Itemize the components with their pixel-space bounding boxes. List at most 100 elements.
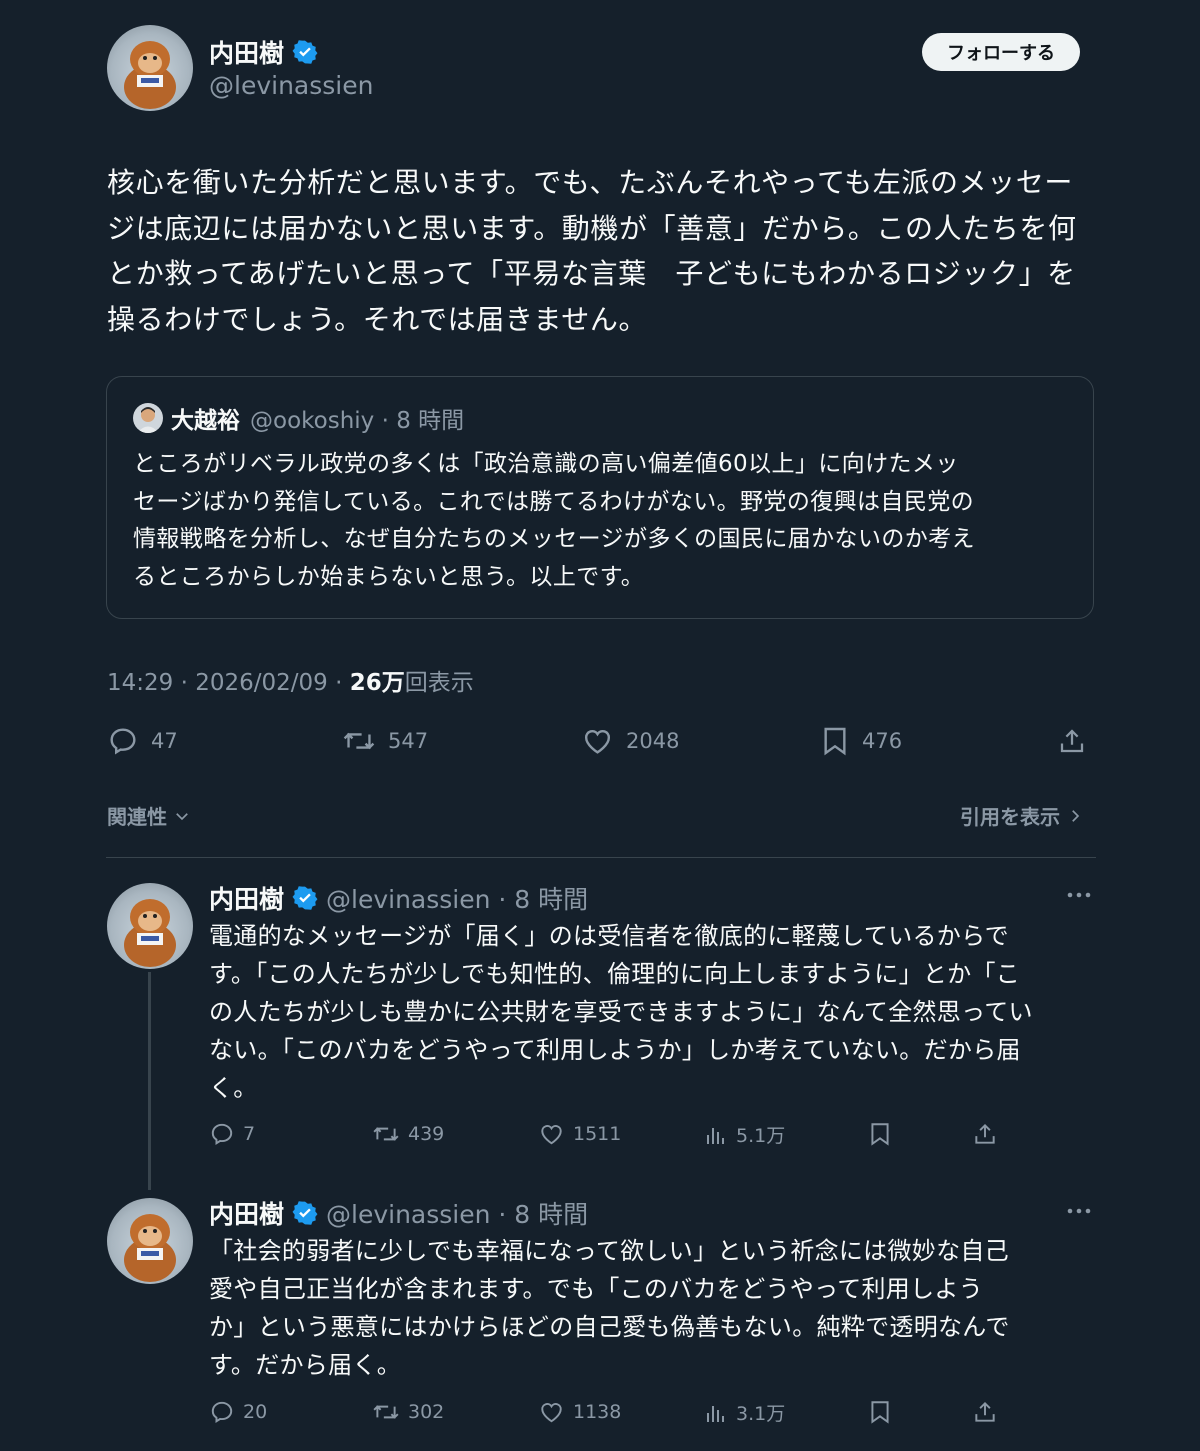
monkey-plush-avatar-image [124,1214,176,1282]
reply-handle-time[interactable]: @levinassien · 8 時間 [326,1195,588,1231]
repost-button[interactable]: 547 [342,725,428,757]
share-icon [975,1123,995,1144]
reply-author-name[interactable]: 内田樹 [209,880,284,916]
post-meta: 14:29 · 2026/02/09 · 26万回表示 [107,663,474,697]
reply-reply-button[interactable]: 20 [209,1399,267,1425]
reply-count: 20 [243,1401,268,1423]
bookmark-icon [871,1123,889,1146]
repost-count: 302 [408,1401,445,1423]
share-button[interactable] [1057,725,1087,757]
reply-reply-button[interactable]: 7 [209,1121,255,1147]
verified-badge-icon [292,885,318,911]
verified-badge-icon [292,39,318,65]
repost-count: 547 [388,729,429,753]
reply-text: 「社会的弱者に少しでも幸福になって欲しい」という祈念には微妙な自己 愛や自己正当… [209,1232,1094,1384]
bookmark-count: 476 [862,729,903,753]
reply-line: ない。「このバカをどうやって利用しようか」しか考えていない。だから届 [209,1036,1021,1064]
heart-icon [541,1125,562,1145]
repost-icon [373,1405,399,1419]
more-options-icon[interactable] [1066,890,1092,900]
analytics-icon [707,1405,724,1422]
reply-icon [110,728,136,755]
reply-button[interactable]: 47 [107,725,178,757]
share-icon [975,1401,995,1422]
reply-bookmark-button[interactable] [868,1399,892,1425]
repost-count: 439 [408,1123,445,1145]
reply-share-button[interactable] [972,1399,998,1425]
author-name-text[interactable]: 内田樹 [209,34,284,70]
share-icon [1060,729,1084,753]
reply-line: す。「この人たちが少しでも知性的、倫理的に向上しますように」とか「こ [209,960,1021,988]
reply-count: 7 [243,1123,256,1145]
reply-line: か」という悪意にはかけらほどの自己愛も偽善もない。純粋で透明なんで [209,1313,1010,1341]
reply-views-button[interactable]: 3.1万 [704,1399,785,1426]
reply-like-button[interactable]: 1511 [538,1121,621,1147]
view-count: 3.1万 [736,1403,786,1425]
chevron-right-icon [1072,809,1080,822]
follow-button[interactable]: フォローする [922,33,1080,71]
like-count: 2048 [626,729,680,753]
reply-text: 電通的なメッセージが「届く」のは受信者を徹底的に軽蔑しているからで す。「この人… [209,917,1094,1107]
view-quotes-label[interactable]: 引用を表示 [960,801,1060,830]
bookmark-button[interactable]: 476 [820,725,902,757]
repost-icon [373,1127,399,1141]
verified-badge-icon [292,1200,318,1226]
sort-label[interactable]: 関連性 [107,801,167,830]
view-quotes-link[interactable]: 引用を表示 [960,801,1084,830]
post-timestamp[interactable]: 14:29 · 2026/02/09 · [107,670,350,696]
reply-line: 「社会的弱者に少しでも幸福になって欲しい」という祈念には微妙な自己 [209,1237,1009,1265]
quoted-post-text: ところがリベラル政党の多くは「政治意識の高い偏差値60以上」に向けたメッ セージ… [133,446,1068,596]
chevron-down-icon [176,812,188,820]
monkey-plush-avatar-image [124,41,176,109]
quoted-line: セージばかり発信している。これでは勝てるわけがない。野党の復興は自民党の [133,488,975,515]
reply-count: 47 [151,729,178,753]
post-line: 核心を衝いた分析だと思います。でも、たぶんそれやっても左派のメッセー [107,166,1073,199]
reply-like-button[interactable]: 1138 [538,1399,621,1425]
post-line: ジは底辺には届かないと思います。動機が「善意」だから。この人たちを何 [107,211,1077,245]
more-options-icon[interactable] [1066,1206,1092,1216]
reply-icon [211,1401,233,1423]
reply-author-name[interactable]: 内田樹 [209,1195,284,1231]
repost-icon [343,732,375,750]
monkey-plush-avatar-image [124,899,176,967]
reply-repost-button[interactable]: 439 [372,1121,444,1147]
quoted-author-avatar [133,403,163,433]
reply-header: 内田樹 @levinassien · 8 時間 [209,1195,588,1231]
bookmark-icon [824,727,846,756]
view-count: 5.1万 [736,1125,786,1147]
heart-icon [584,729,611,754]
post-text: 核心を衝いた分析だと思います。でも、たぶんそれやっても左派のメッセー ジは底辺に… [107,160,1097,342]
quoted-line: ところがリベラル政党の多くは「政治意識の高い偏差値60以上」に向けたメッ [133,451,959,477]
reply-avatar[interactable] [107,1198,193,1284]
reply-line: く。 [209,1074,258,1102]
post-line: 操るわけでしょう。それでは届きません。 [107,302,648,336]
bookmark-icon [871,1401,889,1424]
sort-dropdown[interactable]: 関連性 [107,801,191,830]
quoted-line: るところからしか始まらないと思う。以上です。 [133,563,645,590]
like-count: 1138 [573,1401,622,1423]
like-count: 1511 [573,1123,622,1145]
view-label: 回表示 [404,670,474,696]
reply-bookmark-button[interactable] [868,1121,892,1147]
reply-share-button[interactable] [972,1121,998,1147]
reply-line: 電通的なメッセージが「届く」のは受信者を徹底的に軽蔑しているからで [209,922,1009,950]
author-name[interactable]: 内田樹 [209,34,318,70]
thread-connector [148,972,151,1190]
reply-header: 内田樹 @levinassien · 8 時間 [209,880,588,916]
reply-repost-button[interactable]: 302 [372,1399,444,1425]
analytics-icon [707,1127,724,1144]
reply-handle-time[interactable]: @levinassien · 8 時間 [326,880,588,916]
quoted-author-handle-time: @ookoshiy · 8 時間 [250,408,465,434]
quoted-line: 情報戦略を分析し、なぜ自分たちのメッセージが多くの国民に届かないのか考え [133,526,975,552]
quoted-author-name: 大越裕 [171,408,240,434]
author-handle[interactable]: @levinassien [209,71,373,100]
reply-line: 愛や自己正当化が含まれます。でも「このバカをどうやって利用しよう [209,1275,983,1303]
like-button[interactable]: 2048 [581,725,679,757]
quoted-post-header: 大越裕 @ookoshiy · 8 時間 [171,401,464,435]
reply-views-button[interactable]: 5.1万 [704,1121,785,1148]
author-avatar[interactable] [107,25,193,111]
reply-line: す。だから届く。 [209,1351,401,1379]
view-count: 26万 [349,670,405,696]
post-line: とか救ってあげたいと思って「平易な言葉 子どもにもわかるロジック」を [107,257,1076,290]
reply-avatar[interactable] [107,883,193,969]
